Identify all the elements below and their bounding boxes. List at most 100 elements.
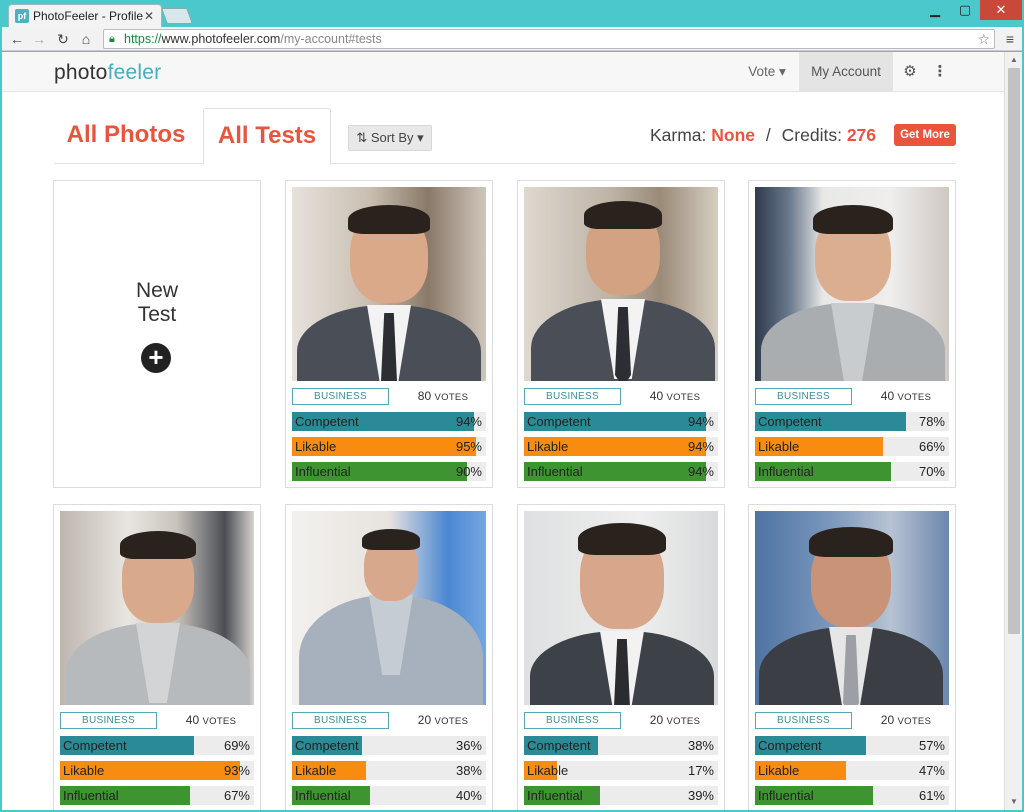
- address-bar[interactable]: 🔒︎ https://www.photofeeler.com/my-accoun…: [103, 29, 995, 49]
- likable-score-bar: Likable 66%: [755, 437, 949, 456]
- test-photo[interactable]: [60, 511, 254, 705]
- influential-label: Influential: [63, 788, 119, 803]
- likable-label: Likable: [295, 763, 337, 778]
- test-card[interactable]: BUSINESS 40 VOTES Competent 78% Likable 66% In…: [748, 180, 956, 488]
- test-photo[interactable]: [755, 511, 949, 705]
- competent-percent: 38%: [687, 738, 714, 753]
- competent-percent: 57%: [918, 738, 945, 753]
- tab-strip: pf PhotoFeeler - Profile ✕ ▁ ▢ ✕: [0, 0, 1024, 27]
- karma-value: None: [711, 125, 756, 145]
- competent-score-bar: Competent 69%: [60, 736, 254, 755]
- test-card[interactable]: BUSINESS 20 VOTES Competent 38% Likable 17% In…: [517, 504, 725, 810]
- competent-label: Competent: [758, 738, 822, 753]
- forward-icon[interactable]: →: [30, 30, 48, 48]
- test-card[interactable]: BUSINESS 80 VOTES Competent 94% Likable 95% In…: [285, 180, 493, 488]
- influential-percent: 40%: [455, 788, 482, 803]
- influential-label: Influential: [295, 788, 351, 803]
- test-photo[interactable]: [524, 187, 718, 381]
- vote-word: VOTES: [666, 392, 701, 403]
- test-meta: BUSINESS 20 VOTES: [524, 712, 718, 729]
- new-test-card[interactable]: New Test +: [53, 180, 261, 488]
- close-window-icon[interactable]: ✕: [980, 0, 1022, 20]
- competent-percent: 94%: [455, 414, 482, 429]
- vote-menu[interactable]: Vote ▾: [737, 52, 797, 92]
- browser-tab[interactable]: pf PhotoFeeler - Profile ✕: [8, 4, 162, 27]
- test-photo[interactable]: [292, 511, 486, 705]
- influential-label: Influential: [758, 464, 814, 479]
- bookmark-star-icon[interactable]: ☆: [977, 30, 990, 48]
- browser-menu-icon[interactable]: ≡: [1001, 30, 1019, 48]
- gear-icon[interactable]: ⚙: [898, 52, 922, 92]
- likable-percent: 66%: [918, 439, 945, 454]
- competent-label: Competent: [758, 414, 822, 429]
- competent-label: Competent: [295, 738, 359, 753]
- competent-label: Competent: [527, 738, 591, 753]
- vote-count: 40 VOTES: [168, 712, 254, 729]
- home-icon[interactable]: ⌂: [77, 30, 95, 48]
- my-account-link[interactable]: My Account: [799, 52, 893, 92]
- maximize-icon[interactable]: ▢: [952, 0, 978, 20]
- test-meta: BUSINESS 20 VOTES: [292, 712, 486, 729]
- karma-label: Karma:: [650, 125, 707, 145]
- vote-count: 20 VOTES: [400, 712, 486, 729]
- likable-percent: 17%: [687, 763, 714, 778]
- competent-score-bar: Competent 57%: [755, 736, 949, 755]
- scroll-down-icon[interactable]: ▼: [1005, 794, 1023, 810]
- get-more-button[interactable]: Get More: [894, 124, 956, 146]
- likable-score-bar: Likable 95%: [292, 437, 486, 456]
- photo-hair: [120, 531, 196, 559]
- test-meta: BUSINESS 40 VOTES: [524, 388, 718, 405]
- likable-percent: 93%: [223, 763, 250, 778]
- tab-all-photos[interactable]: All Photos: [54, 108, 198, 164]
- competent-percent: 69%: [223, 738, 250, 753]
- photo-hair: [809, 527, 893, 557]
- sort-icon: ⇅: [356, 130, 371, 145]
- more-vertical-icon[interactable]: ⋮: [928, 52, 952, 92]
- url-path: /my-account#tests: [280, 32, 382, 46]
- likable-percent: 47%: [918, 763, 945, 778]
- page-scrollbar[interactable]: ▲ ▼: [1004, 52, 1022, 810]
- tab-all-tests[interactable]: All Tests: [203, 108, 331, 165]
- minimize-icon[interactable]: ▁: [918, 0, 952, 20]
- likable-score-bar: Likable 94%: [524, 437, 718, 456]
- test-photo[interactable]: [292, 187, 486, 381]
- back-icon[interactable]: ←: [8, 30, 26, 48]
- likable-score-bar: Likable 47%: [755, 761, 949, 780]
- influential-score-bar: Influential 70%: [755, 462, 949, 481]
- vote-number: 20: [880, 713, 895, 727]
- influential-score-bar: Influential 94%: [524, 462, 718, 481]
- scrollbar-thumb[interactable]: [1008, 68, 1020, 634]
- influential-score-bar: Influential 61%: [755, 786, 949, 805]
- test-meta: BUSINESS 40 VOTES: [60, 712, 254, 729]
- close-tab-icon[interactable]: ✕: [143, 9, 155, 23]
- test-card[interactable]: BUSINESS 20 VOTES Competent 57% Likable 47% In…: [748, 504, 956, 810]
- likable-percent: 95%: [455, 439, 482, 454]
- scroll-up-icon[interactable]: ▲: [1005, 52, 1023, 68]
- competent-score-bar: Competent 94%: [524, 412, 718, 431]
- likable-percent: 94%: [687, 439, 714, 454]
- category-badge: BUSINESS: [60, 712, 157, 729]
- influential-label: Influential: [295, 464, 351, 479]
- competent-score-bar: Competent 38%: [524, 736, 718, 755]
- credits-label: Credits:: [781, 125, 842, 145]
- vote-number: 40: [185, 713, 200, 727]
- test-photo[interactable]: [524, 511, 718, 705]
- new-tab-button[interactable]: [161, 8, 193, 24]
- vote-count: 40 VOTES: [632, 388, 718, 405]
- vote-word: VOTES: [434, 392, 469, 403]
- category-badge: BUSINESS: [755, 712, 852, 729]
- test-card[interactable]: BUSINESS 20 VOTES Competent 36% Likable 38% In…: [285, 504, 493, 810]
- test-card[interactable]: BUSINESS 40 VOTES Competent 94% Likable 94% In…: [517, 180, 725, 488]
- test-photo[interactable]: [755, 187, 949, 381]
- influential-label: Influential: [527, 788, 583, 803]
- test-card[interactable]: BUSINESS 40 VOTES Competent 69% Likable 93% In…: [53, 504, 261, 810]
- influential-label: Influential: [758, 788, 814, 803]
- vote-word: VOTES: [897, 716, 932, 727]
- likable-label: Likable: [295, 439, 337, 454]
- photofeeler-logo[interactable]: photofeeler: [54, 61, 161, 85]
- competent-score-bar: Competent 36%: [292, 736, 486, 755]
- reload-icon[interactable]: ↻: [54, 30, 72, 48]
- influential-score-bar: Influential 40%: [292, 786, 486, 805]
- page-viewport: photofeeler Vote ▾ My Account ⚙ ⋮ All Ph…: [2, 52, 1004, 810]
- sort-by-button[interactable]: ⇅ Sort By ▾: [348, 125, 432, 151]
